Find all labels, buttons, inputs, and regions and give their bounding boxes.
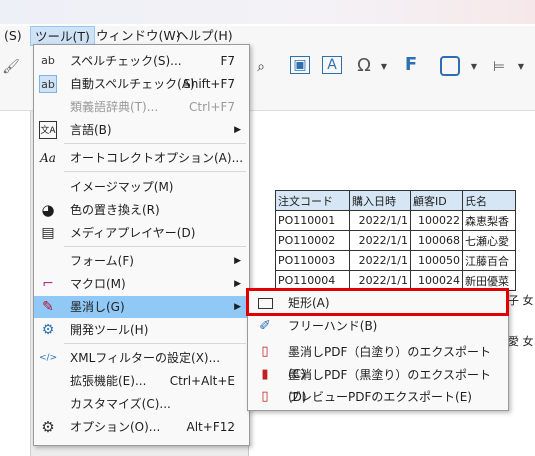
dev-tools-icon: ⚙ [41, 322, 55, 338]
document-table: 注文コード 購入日時 顧客ID 氏名 PO110001 2022/1/1 100… [275, 190, 516, 291]
pdf-preview-icon: ▯ [261, 389, 269, 404]
table-cell[interactable]: 注文コード [275, 190, 350, 211]
zoom-icon[interactable]: ⌕ [250, 56, 272, 78]
page-margin [0, 111, 31, 456]
redact-icon: ✎ [42, 299, 54, 315]
table-cell[interactable]: PO110002 [275, 230, 350, 251]
table-cell[interactable]: 100068 [410, 230, 463, 251]
spellcheck-icon: ab [41, 54, 55, 67]
xml-filter-icon: </> [39, 353, 58, 363]
menu-item-language[interactable]: 文A 言語(B) ▶ [34, 119, 249, 141]
textbox-icon[interactable]: A [322, 56, 342, 74]
highlight-annotation-box [246, 288, 509, 316]
shapes-icon[interactable] [440, 56, 460, 76]
menu-item-dev-tools[interactable]: ⚙ 開発ツール(H) [34, 319, 249, 341]
align-icon[interactable]: ⊨ [488, 56, 510, 78]
table-cell[interactable]: 2022/1/1 [349, 230, 411, 251]
chevron-right-icon: ▶ [234, 302, 241, 312]
fontwork-icon[interactable]: F [400, 54, 422, 76]
menu-item-imagemap[interactable]: イメージマップ(M) [34, 176, 249, 198]
macro-icon: ⌐ [42, 276, 54, 292]
menu-format[interactable]: (S) [0, 26, 26, 46]
pdf-black-icon: ▮ [261, 367, 269, 382]
image-insert-icon[interactable]: ▣ [290, 56, 310, 74]
table-cell[interactable]: 2022/1/1 [349, 250, 411, 271]
table-cell[interactable]: 森恵梨香 [462, 210, 516, 231]
title-bar [0, 0, 535, 24]
table-cell[interactable]: 100022 [410, 210, 463, 231]
chevron-right-icon: ▶ [234, 256, 241, 266]
submenu-item-pdf-preview[interactable]: ▯ プレビューPDFのエクスポート(E) [248, 386, 508, 408]
brush-icon[interactable]: 🖌 [0, 56, 22, 78]
table-cell[interactable]: 氏名 [462, 190, 516, 211]
menu-item-xml-filter[interactable]: </> XMLフィルターの設定(X)... [34, 347, 249, 369]
palette-icon: ◕ [41, 201, 55, 219]
submenu-item-pdf-black[interactable]: ▮ 墨消しPDF（黒塗り）のエクスポート(D) [248, 364, 508, 404]
menu-separator [64, 246, 246, 247]
language-icon: 文A [39, 121, 57, 139]
table-cell[interactable]: 顧客ID [410, 190, 463, 211]
options-gear-icon: ⚙ [41, 418, 55, 436]
chevron-down-icon[interactable]: ▼ [373, 56, 395, 78]
menu-bar: (S) ツール(T) ウィンドウ(W) ヘルプ(H) [0, 26, 535, 46]
tools-menu: ab スペルチェック(S)... F7 ab 自動スペルチェック(A) Shif… [33, 44, 250, 446]
menu-item-form[interactable]: フォーム(F) ▶ [34, 250, 249, 272]
table-row: PO110002 2022/1/1 100068 七瀬心愛 [275, 230, 516, 251]
menu-item-thesaurus[interactable]: 類義語辞典(T)... Ctrl+F7 [34, 96, 249, 118]
chevron-down-icon[interactable]: ▼ [463, 56, 485, 78]
menu-item-redact[interactable]: ✎ 墨消し(G) ▶ [34, 296, 249, 318]
menu-tools[interactable]: ツール(T) [30, 26, 95, 46]
table-header-row: 注文コード 購入日時 顧客ID 氏名 [275, 190, 516, 211]
menu-item-color-replace[interactable]: ◕ 色の置き換え(R) [34, 199, 249, 221]
table-cell[interactable]: 七瀬心愛 [462, 230, 516, 251]
chevron-down-icon[interactable]: ▼ [510, 56, 532, 78]
menu-item-extensions[interactable]: 拡張機能(E)... Ctrl+Alt+E [34, 370, 249, 392]
table-cell[interactable]: 100050 [410, 250, 463, 271]
menu-item-auto-spellcheck[interactable]: ab 自動スペルチェック(A) Shift+F7 [34, 73, 249, 95]
menu-item-media-player[interactable]: ▤ メディアプレイヤー(D) [34, 222, 249, 244]
freehand-icon: ✐ [259, 318, 271, 334]
menu-separator [64, 171, 246, 172]
auto-spellcheck-icon: ab [39, 75, 57, 93]
table-overflow-text: 愛 女 [508, 335, 534, 348]
menu-item-customize[interactable]: カスタマイズ(C)... [34, 393, 249, 415]
table-cell[interactable]: PO110001 [275, 210, 350, 231]
special-char-icon[interactable]: Ω [353, 55, 375, 77]
table-row: PO110001 2022/1/1 100022 森恵梨香 [275, 210, 516, 231]
submenu-item-freehand[interactable]: ✐ フリーハンド(B) [248, 315, 508, 337]
table-cell[interactable]: 購入日時 [349, 190, 411, 211]
table-overflow-text: 子 女 [508, 294, 534, 307]
pdf-white-icon: ▯ [261, 344, 269, 359]
menu-help[interactable]: ヘルプ(H) [172, 26, 237, 46]
submenu-item-pdf-white[interactable]: ▯ 墨消しPDF（白塗り）のエクスポート(C) [248, 341, 508, 381]
table-cell[interactable]: PO110003 [275, 250, 350, 271]
table-row: PO110003 2022/1/1 100050 江藤百合 [275, 250, 516, 271]
menu-window[interactable]: ウィンドウ(W) [92, 26, 185, 46]
menu-item-options[interactable]: ⚙ オプション(O)... Alt+F12 [34, 416, 249, 438]
media-player-icon: ▤ [41, 225, 55, 241]
table-cell[interactable]: 江藤百合 [462, 250, 516, 271]
chevron-right-icon: ▶ [234, 125, 241, 135]
menu-item-autocorrect[interactable]: Aa オートコレクトオプション(A)... [34, 147, 249, 169]
menu-separator [64, 343, 246, 344]
table-cell[interactable]: 2022/1/1 [349, 210, 411, 231]
menu-item-spellcheck[interactable]: ab スペルチェック(S)... F7 [34, 50, 249, 72]
autocorrect-icon: Aa [40, 151, 56, 165]
menu-item-macro[interactable]: ⌐ マクロ(M) ▶ [34, 273, 249, 295]
menu-separator [64, 143, 246, 144]
chevron-right-icon: ▶ [234, 279, 241, 289]
